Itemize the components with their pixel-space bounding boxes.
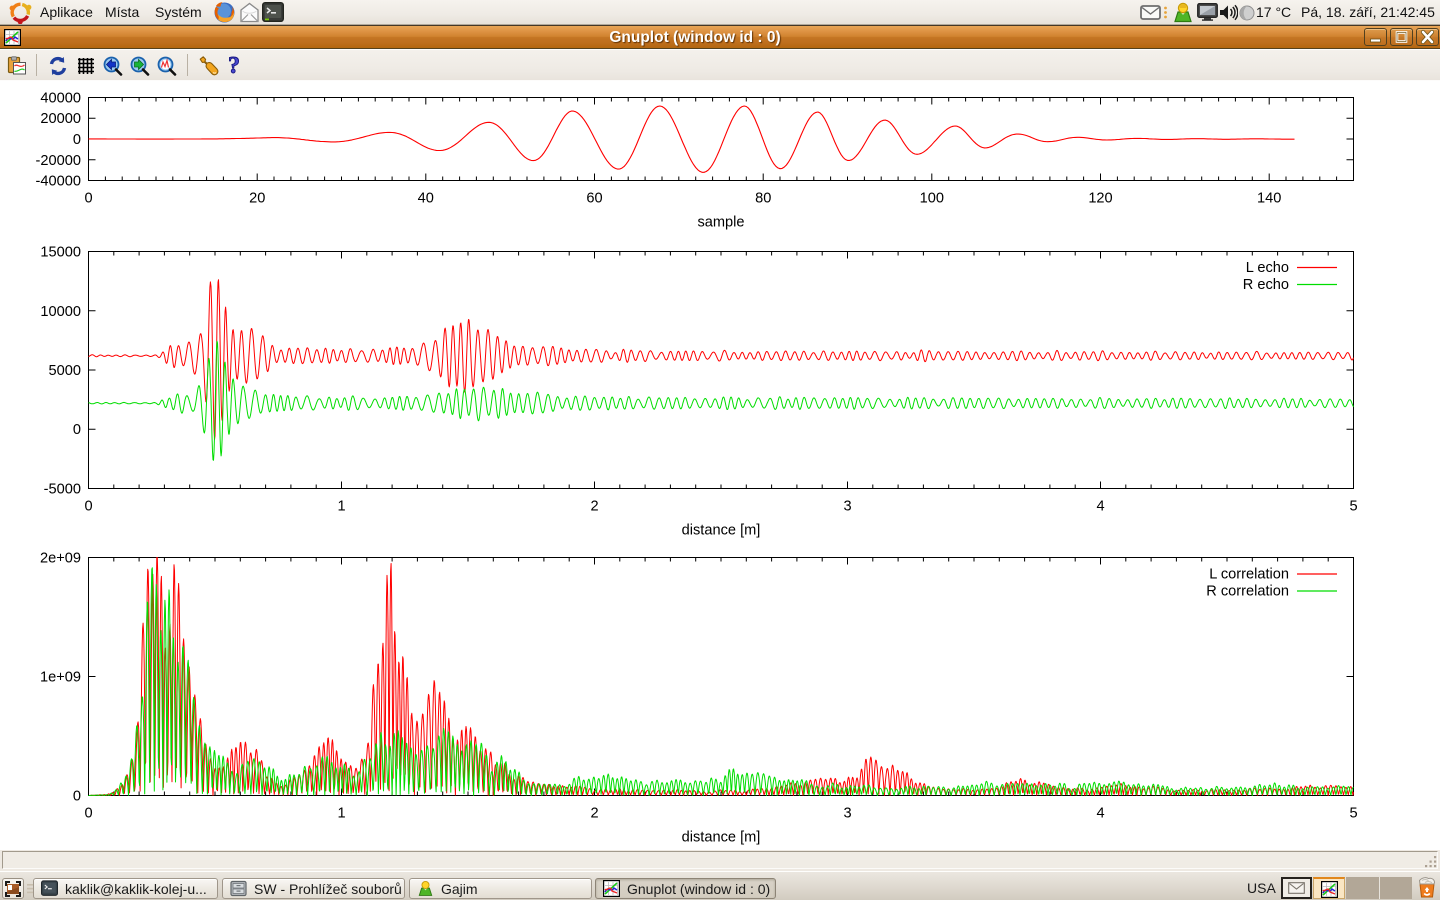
svg-text:0: 0 (73, 132, 81, 148)
svg-text:1: 1 (337, 806, 345, 822)
svg-text:-20000: -20000 (36, 153, 81, 169)
svg-text:100: 100 (920, 191, 944, 207)
svg-text:140: 140 (1257, 191, 1281, 207)
svg-text:40: 40 (418, 191, 434, 207)
svg-text:40000: 40000 (40, 91, 81, 107)
svg-text:10000: 10000 (40, 304, 81, 320)
svg-text:R correlation: R correlation (1206, 584, 1289, 600)
svg-text:0: 0 (73, 789, 81, 805)
svg-text:2: 2 (590, 806, 598, 822)
svg-text:4: 4 (1096, 499, 1104, 515)
svg-text:R echo: R echo (1243, 277, 1289, 293)
svg-text:0: 0 (84, 806, 92, 822)
svg-text:distance [m]: distance [m] (682, 523, 761, 539)
svg-text:-5000: -5000 (44, 482, 81, 498)
svg-text:5: 5 (1349, 499, 1357, 515)
svg-text:5: 5 (1349, 806, 1357, 822)
svg-text:sample: sample (697, 215, 744, 231)
svg-text:0: 0 (84, 499, 92, 515)
svg-text:1e+09: 1e+09 (40, 670, 81, 686)
svg-text:L correlation: L correlation (1209, 567, 1289, 583)
svg-text:L echo: L echo (1246, 260, 1289, 276)
svg-text:0: 0 (84, 191, 92, 207)
svg-text:distance [m]: distance [m] (682, 830, 761, 846)
svg-text:20000: 20000 (40, 111, 81, 127)
svg-text:-40000: -40000 (36, 174, 81, 190)
svg-text:5000: 5000 (49, 363, 81, 379)
svg-text:0: 0 (73, 422, 81, 438)
svg-text:20: 20 (249, 191, 265, 207)
svg-text:2e+09: 2e+09 (40, 551, 81, 567)
svg-text:15000: 15000 (40, 245, 81, 261)
svg-text:1: 1 (337, 499, 345, 515)
svg-text:?: ? (228, 54, 240, 78)
svg-text:2: 2 (590, 499, 598, 515)
svg-text:60: 60 (586, 191, 602, 207)
svg-text:120: 120 (1088, 191, 1112, 207)
svg-text:80: 80 (755, 191, 771, 207)
svg-text:3: 3 (843, 806, 851, 822)
svg-text:3: 3 (843, 499, 851, 515)
svg-text:4: 4 (1096, 806, 1104, 822)
